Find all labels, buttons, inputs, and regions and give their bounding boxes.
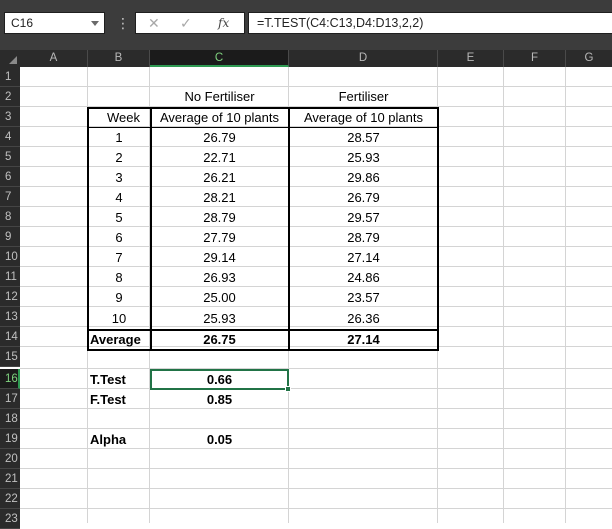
column-header-e[interactable]: E xyxy=(438,50,504,67)
week-cell[interactable]: 5 xyxy=(88,208,150,228)
row-header-11[interactable]: 11 xyxy=(0,267,20,287)
select-all-icon[interactable] xyxy=(0,50,20,67)
col-week-header[interactable]: Week xyxy=(88,108,150,128)
fert-cell[interactable]: 23.57 xyxy=(289,288,438,308)
row-header-10[interactable]: 10 xyxy=(0,247,20,267)
average-label[interactable]: Average xyxy=(90,330,150,350)
row-header-20[interactable]: 20 xyxy=(0,449,20,469)
no-fert-cell[interactable]: 28.79 xyxy=(150,208,289,228)
week-cell[interactable]: 4 xyxy=(88,188,150,208)
row-header-13[interactable]: 13 xyxy=(0,307,20,327)
week-cell[interactable]: 8 xyxy=(88,268,150,288)
column-header-a[interactable]: A xyxy=(20,50,88,67)
column-header-g[interactable]: G xyxy=(566,50,612,67)
more-options-icon[interactable]: ⋮ xyxy=(114,13,132,33)
fert-cell[interactable]: 29.57 xyxy=(289,208,438,228)
formula-input[interactable]: =T.TEST(C4:C13,D4:D13,2,2) xyxy=(248,12,612,34)
row-header-5[interactable]: 5 xyxy=(0,147,20,167)
col-avg-fert-header[interactable]: Average of 10 plants xyxy=(289,108,438,128)
average-fert[interactable]: 27.14 xyxy=(289,330,438,350)
no-fert-cell[interactable]: 27.79 xyxy=(150,228,289,248)
week-cell[interactable]: 3 xyxy=(88,168,150,188)
fert-cell[interactable]: 24.86 xyxy=(289,268,438,288)
insert-function-icon[interactable]: fx xyxy=(218,16,229,30)
col-avg-no-fert-header[interactable]: Average of 10 plants xyxy=(150,108,289,128)
row-header-1[interactable]: 1 xyxy=(0,67,20,87)
row-header-19[interactable]: 19 xyxy=(0,429,20,449)
formula-buttons: ✕ ✓ fx xyxy=(135,12,245,34)
column-header-c[interactable]: C xyxy=(150,50,289,67)
row-header-12[interactable]: 12 xyxy=(0,287,20,307)
no-fert-cell[interactable]: 26.21 xyxy=(150,168,289,188)
week-cell[interactable]: 2 xyxy=(88,148,150,168)
row-header-14[interactable]: 14 xyxy=(0,327,20,347)
week-cell[interactable]: 10 xyxy=(88,309,150,329)
week-cell[interactable]: 9 xyxy=(88,288,150,308)
header-no-fertiliser[interactable]: No Fertiliser xyxy=(150,87,289,107)
fert-cell[interactable]: 28.57 xyxy=(289,128,438,148)
ftest-value[interactable]: 0.85 xyxy=(150,390,289,410)
column-header-d[interactable]: D xyxy=(289,50,438,67)
row-header-23[interactable]: 23 xyxy=(0,509,20,529)
check-icon[interactable]: ✓ xyxy=(180,15,192,32)
row-header-8[interactable]: 8 xyxy=(0,207,20,227)
row-header-7[interactable]: 7 xyxy=(0,187,20,207)
name-box[interactable]: C16 xyxy=(4,12,105,34)
header-fertiliser[interactable]: Fertiliser xyxy=(289,87,438,107)
row-header-22[interactable]: 22 xyxy=(0,489,20,509)
row-header-6[interactable]: 6 xyxy=(0,167,20,187)
fert-cell[interactable]: 27.14 xyxy=(289,248,438,268)
row-header-21[interactable]: 21 xyxy=(0,469,20,489)
column-header-f[interactable]: F xyxy=(504,50,566,67)
no-fert-cell[interactable]: 26.93 xyxy=(150,268,289,288)
fert-cell[interactable]: 26.36 xyxy=(289,309,438,329)
no-fert-cell[interactable]: 26.79 xyxy=(150,128,289,148)
ftest-label[interactable]: F.Test xyxy=(90,390,150,410)
row-header-9[interactable]: 9 xyxy=(0,227,20,247)
row-header-17[interactable]: 17 xyxy=(0,389,20,409)
chevron-down-icon[interactable] xyxy=(91,21,99,26)
week-cell[interactable]: 6 xyxy=(88,228,150,248)
alpha-label[interactable]: Alpha xyxy=(90,430,150,450)
fert-cell[interactable]: 25.93 xyxy=(289,148,438,168)
active-cell-selection[interactable] xyxy=(150,369,289,390)
week-cell[interactable]: 7 xyxy=(88,248,150,268)
fert-cell[interactable]: 28.79 xyxy=(289,228,438,248)
name-box-value: C16 xyxy=(11,16,34,30)
fill-handle[interactable] xyxy=(285,386,291,392)
week-cell[interactable]: 1 xyxy=(88,128,150,148)
no-fert-cell[interactable]: 28.21 xyxy=(150,188,289,208)
row-header-18[interactable]: 18 xyxy=(0,409,20,429)
average-no-fert[interactable]: 26.75 xyxy=(150,330,289,350)
no-fert-cell[interactable]: 22.71 xyxy=(150,148,289,168)
row-header-3[interactable]: 3 xyxy=(0,107,20,127)
alpha-value[interactable]: 0.05 xyxy=(150,430,289,450)
no-fert-cell[interactable]: 25.00 xyxy=(150,288,289,308)
formula-text: =T.TEST(C4:C13,D4:D13,2,2) xyxy=(257,16,424,30)
no-fert-cell[interactable]: 29.14 xyxy=(150,248,289,268)
formula-bar: C16 ⋮ ✕ ✓ fx =T.TEST(C4:C13,D4:D13,2,2) xyxy=(0,0,612,50)
column-header-b[interactable]: B xyxy=(88,50,150,67)
fert-cell[interactable]: 29.86 xyxy=(289,168,438,188)
cancel-icon[interactable]: ✕ xyxy=(148,15,160,32)
no-fert-cell[interactable]: 25.93 xyxy=(150,309,289,329)
row-header-4[interactable]: 4 xyxy=(0,127,20,147)
row-header-16[interactable]: 16 xyxy=(0,369,20,389)
fert-cell[interactable]: 26.79 xyxy=(289,188,438,208)
ttest-label[interactable]: T.Test xyxy=(90,370,150,390)
row-header-15[interactable]: 15 xyxy=(0,347,20,367)
row-header-2[interactable]: 2 xyxy=(0,87,20,107)
